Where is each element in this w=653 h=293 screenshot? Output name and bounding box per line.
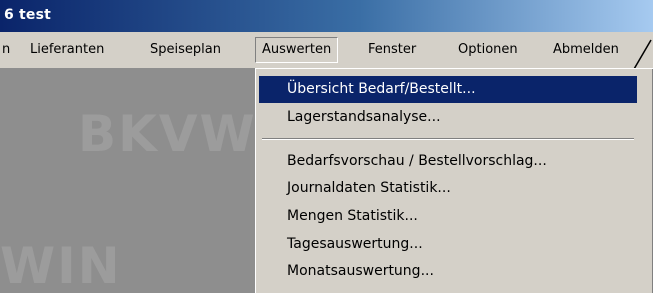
menu-option-journaldaten-statistik[interactable]: Journaldaten Statistik...: [259, 175, 637, 202]
title-bar: 6 test: [0, 0, 653, 32]
menu-item-speiseplan[interactable]: Speiseplan: [144, 37, 227, 63]
menu-option-monatsauswertung[interactable]: Monatsauswertung...: [259, 258, 637, 285]
menu-option-mengen-statistik[interactable]: Mengen Statistik...: [259, 203, 637, 230]
menu-item-fenster[interactable]: Fenster: [362, 37, 422, 63]
window-title: 6 test: [4, 7, 52, 23]
menu-option-tagesauswertung[interactable]: Tagesauswertung...: [259, 231, 637, 258]
menu-item-partial[interactable]: n: [0, 37, 16, 63]
menu-item-lieferanten[interactable]: Lieferanten: [24, 37, 110, 63]
menu-item-auswerten[interactable]: Auswerten: [255, 37, 339, 63]
auswerten-dropdown-menu: Übersicht Bedarf/Bestellt... Lagerstands…: [255, 68, 653, 293]
menu-item-abmelden[interactable]: Abmelden: [547, 37, 625, 63]
watermark-logo: BKVWI: [78, 105, 278, 163]
menu-bar: n Lieferanten Speiseplan Auswerten Fenst…: [0, 32, 653, 68]
menu-option-bedarfsvorschau[interactable]: Bedarfsvorschau / Bestellvorschlag...: [259, 148, 637, 175]
menu-option-uebersicht-bedarf-bestellt[interactable]: Übersicht Bedarf/Bestellt...: [259, 76, 637, 103]
menu-option-lagerstandsanalyse[interactable]: Lagerstandsanalyse...: [259, 104, 637, 131]
menu-item-optionen[interactable]: Optionen: [452, 37, 524, 63]
menu-separator: [262, 138, 634, 140]
watermark-logo: WIN: [0, 237, 122, 293]
